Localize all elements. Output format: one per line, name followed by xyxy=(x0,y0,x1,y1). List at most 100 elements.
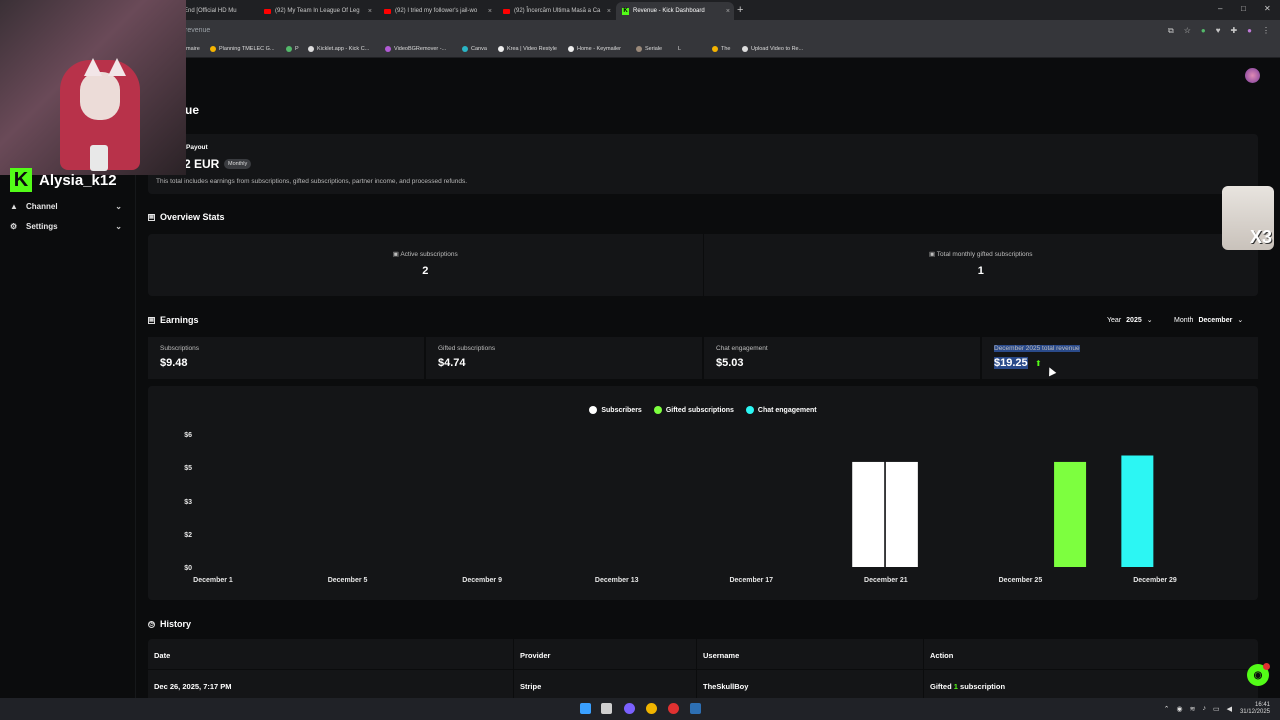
cat-ear-left xyxy=(84,58,102,76)
earning-label: Gifted subscriptions xyxy=(438,345,496,352)
bookmark-label: Krea | Video Restyle xyxy=(507,46,557,52)
steam-icon[interactable] xyxy=(690,703,701,714)
chevron-down-icon: ⌄ xyxy=(1146,317,1153,324)
bookmark-label: Seriale xyxy=(645,46,663,52)
browser-tab-bar: End [Official HD Mu (92) My Team In Leag… xyxy=(0,0,1280,20)
bookmark[interactable]: Kicklet.app - Kick C... xyxy=(308,46,369,52)
sidebar-item-channel[interactable]: ▲ Channel ⌄ xyxy=(10,202,122,211)
sidebar-item-settings[interactable]: ⚙ Settings ⌄ xyxy=(10,222,122,231)
obs-icon[interactable] xyxy=(668,703,679,714)
maximize-icon[interactable]: □ xyxy=(1241,4,1246,13)
chevron-up-icon[interactable]: ⌃ xyxy=(1164,705,1170,713)
chart-bar[interactable] xyxy=(885,461,918,567)
bookmark-icon xyxy=(385,46,391,52)
y-tick-label: $3 xyxy=(184,499,192,506)
bookmark-label: The xyxy=(721,46,731,52)
cat-ear-right xyxy=(108,58,126,76)
mic-icon[interactable]: ♪ xyxy=(1202,705,1206,713)
chevron-down-icon: ⌄ xyxy=(115,222,122,231)
y-tick-label: $5 xyxy=(184,465,192,472)
earning-card-total: December 2025 total revenue $19.25 ⬆ xyxy=(982,337,1258,379)
heart-icon[interactable]: ♥ xyxy=(1216,26,1221,36)
payout-card: Payout 2 EUR Monthly This total includes… xyxy=(148,134,1258,194)
month-label: Month xyxy=(1174,316,1194,324)
shield-icon[interactable]: ● xyxy=(1201,26,1206,36)
earning-value: $4.74 xyxy=(438,357,466,369)
help-chat-button[interactable]: ◉ xyxy=(1247,663,1270,686)
browser-tab[interactable]: (92) My Team In League Of Leg × xyxy=(258,2,376,20)
bookmark[interactable]: L xyxy=(678,46,681,52)
extensions-icon[interactable]: ✚ xyxy=(1230,26,1237,36)
month-select[interactable]: December xyxy=(1198,317,1232,324)
chart-bar[interactable] xyxy=(1054,461,1087,567)
chevron-down-icon: ⌄ xyxy=(115,202,122,211)
windows-taskbar: ⌃ ◉ ≋ ♪ ▭ ◀ 16:41 31/12/2025 xyxy=(0,698,1280,720)
chart-bar[interactable] xyxy=(1121,455,1154,567)
year-filter[interactable]: Year 2025 ⌄ xyxy=(1107,316,1153,325)
file-explorer-icon[interactable] xyxy=(601,703,612,714)
bookmark[interactable]: P xyxy=(286,46,299,52)
translate-icon[interactable]: ⧉ xyxy=(1168,26,1174,36)
year-select[interactable]: 2025 xyxy=(1126,317,1142,324)
browser-tab[interactable]: (92) Încercăm Ultima Masă a Ca × xyxy=(497,2,615,20)
display-icon[interactable]: ▭ xyxy=(1213,705,1220,713)
minimize-icon[interactable]: – xyxy=(1218,4,1222,13)
bookmark[interactable]: Home - Keymailer xyxy=(568,46,621,52)
clock-date: 31/12/2025 xyxy=(1239,709,1270,715)
column-header-username[interactable]: Username xyxy=(697,639,924,669)
windows-start-icon[interactable] xyxy=(580,703,591,714)
bookmark-label: VideoBGRemover -... xyxy=(394,46,447,52)
discord-icon[interactable] xyxy=(624,703,635,714)
bookmark[interactable]: VideoBGRemover -... xyxy=(385,46,446,52)
clock-time: 16:41 xyxy=(1254,702,1270,708)
chart-plot: $6 $5 $3 $2 $0December 1 December 5 December 9… xyxy=(184,432,1177,584)
close-icon[interactable]: × xyxy=(726,8,730,15)
profile-icon[interactable]: ● xyxy=(1247,26,1252,36)
bookmark-icon xyxy=(742,46,748,52)
bookmark[interactable]: maire xyxy=(186,46,200,52)
clock[interactable]: 16:41 31/12/2025 xyxy=(1240,702,1270,716)
wifi-icon[interactable]: ≋ xyxy=(1190,705,1196,713)
x-tick-label: December 17 xyxy=(729,577,773,584)
webcam-face xyxy=(80,72,120,120)
close-icon[interactable]: × xyxy=(488,8,492,15)
overview-stats-title: ▤ Overview Stats xyxy=(148,212,225,222)
bookmark-label: P xyxy=(295,46,299,52)
earning-value: $5.03 xyxy=(716,357,744,369)
menu-icon[interactable]: ⋮ xyxy=(1262,26,1270,36)
column-header-provider[interactable]: Provider xyxy=(514,639,697,669)
bookmark[interactable]: Seriale xyxy=(636,46,662,52)
chart-bar[interactable] xyxy=(852,461,885,567)
browser-tab[interactable]: End [Official HD Mu xyxy=(178,2,258,20)
bookmark-label: Home - Keymailer xyxy=(577,46,622,52)
youtube-icon xyxy=(503,8,510,14)
arrow-up-icon: ⬆ xyxy=(1035,359,1042,368)
new-tab-button[interactable]: + xyxy=(737,4,743,16)
wallet-icon: ▤ xyxy=(148,316,155,324)
payout-label: Payout xyxy=(186,144,208,151)
column-header-date[interactable]: Date xyxy=(148,639,514,669)
bookmark[interactable]: Planning TMELEC G... xyxy=(210,46,275,52)
browser-tab-active[interactable]: K Revenue - Kick Dashboard × xyxy=(616,2,734,20)
bookmark[interactable]: Canva xyxy=(462,46,487,52)
user-avatar[interactable] xyxy=(1245,68,1260,83)
stat-active-subscriptions: ▣ Active subscriptions 2 xyxy=(148,234,704,296)
column-header-action[interactable]: Action xyxy=(924,639,1258,669)
close-icon[interactable]: × xyxy=(368,8,372,15)
chrome-icon[interactable] xyxy=(646,703,657,714)
earning-value: $19.25 xyxy=(994,357,1028,369)
bookmark-label: L xyxy=(678,46,682,52)
url-field[interactable]: revenue xyxy=(185,27,210,34)
speaker-icon[interactable]: ◀ xyxy=(1227,705,1232,713)
bookmark[interactable]: Krea | Video Restyle xyxy=(498,46,557,52)
close-icon[interactable]: × xyxy=(607,8,611,15)
window-close-icon[interactable]: ✕ xyxy=(1264,4,1271,13)
star-icon[interactable]: ☆ xyxy=(1184,26,1191,36)
x-tick-label: December 21 xyxy=(864,577,908,584)
network-icon[interactable]: ◉ xyxy=(1177,705,1183,713)
month-filter[interactable]: Month December ⌄ xyxy=(1174,316,1243,325)
address-bar: revenue ⧉ ☆ ● ♥ ✚ ● ⋮ xyxy=(0,20,1280,42)
bookmark[interactable]: Upload Video to Re... xyxy=(742,46,803,52)
bookmark[interactable]: The xyxy=(712,46,730,52)
browser-tab[interactable]: (92) I tried my follower's jail-wo × xyxy=(378,2,496,20)
